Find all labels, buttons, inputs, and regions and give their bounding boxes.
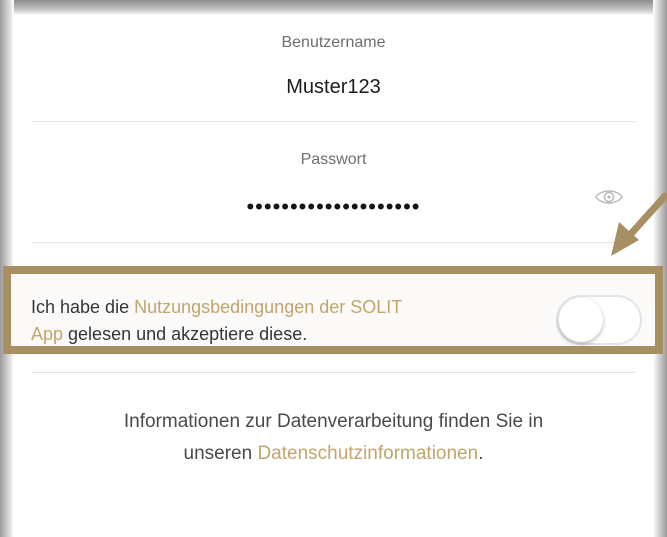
privacy-info-line1: Informationen zur Datenverarbeitung find…: [123, 411, 544, 432]
privacy-info-suffix: .: [478, 443, 484, 464]
privacy-info: Informationen zur Datenverarbeitung find…: [0, 406, 667, 470]
terms-divider: [32, 372, 635, 373]
password-label: Passwort: [300, 151, 367, 168]
terms-text-before: Ich habe die: [31, 297, 135, 317]
terms-highlight-box: Ich habe die Nutzungsbedingungen der SOL…: [3, 266, 663, 354]
terms-accept-toggle[interactable]: [556, 295, 642, 345]
password-divider: [32, 242, 635, 243]
terms-text: Ich habe die Nutzungsbedingungen der SOL…: [31, 294, 521, 348]
privacy-info-prefix: unseren: [183, 443, 258, 464]
screenshot-frame-top: [0, 0, 667, 14]
terms-text-after: gelesen und akzeptiere diese.: [63, 324, 308, 344]
username-divider: [32, 121, 635, 122]
privacy-link[interactable]: Datenschutzinformationen: [257, 443, 478, 464]
terms-link-line2: App: [31, 324, 64, 344]
annotation-arrow-icon: [607, 190, 667, 260]
username-field[interactable]: Muster123: [14, 76, 653, 99]
username-label: Benutzername: [281, 34, 386, 51]
password-field[interactable]: ••••••••••••••••••••: [14, 194, 653, 220]
terms-link-line1: Nutzungsbedingungen der SOLIT: [134, 297, 403, 317]
toggle-knob: [559, 298, 603, 342]
